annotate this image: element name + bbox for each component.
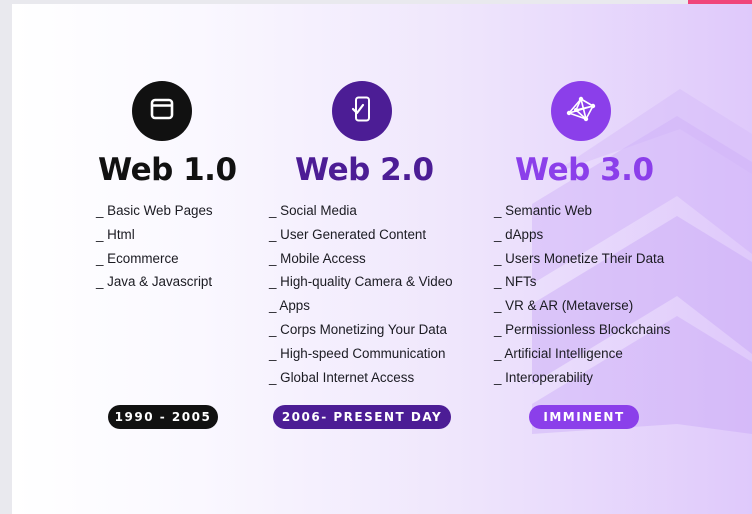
list-item: _ Users Monetize Their Data xyxy=(494,250,665,266)
mobile-phone-check-icon xyxy=(351,96,373,127)
list-item: _ Ecommerce xyxy=(96,250,179,266)
web2-icon-circle xyxy=(332,81,392,141)
list-item: _ High-speed Communication xyxy=(269,345,446,361)
list-item: _ Apps xyxy=(269,298,310,314)
content-panel: Web 1.0 _ Basic Web Pages _ Html _ Ecomm… xyxy=(12,4,752,514)
web1-period-badge: 1990 - 2005 xyxy=(108,405,218,429)
list-item: _ Interoperability xyxy=(494,369,593,385)
web1-icon-circle xyxy=(132,81,192,141)
list-item: _ High-quality Camera & Video xyxy=(269,274,453,290)
list-item: _ Social Media xyxy=(269,203,357,218)
list-item: _ Basic Web Pages xyxy=(96,203,213,218)
web3-icon-circle xyxy=(551,81,611,141)
web3-title: Web 3.0 xyxy=(515,152,654,188)
web3-period-badge: IMMINENT xyxy=(529,405,639,429)
web2-title: Web 2.0 xyxy=(295,152,434,188)
slide: Web 1.0 _ Basic Web Pages _ Html _ Ecomm… xyxy=(0,0,752,514)
list-item: _ dApps xyxy=(494,226,544,242)
web2-period-badge: 2006- PRESENT DAY xyxy=(273,405,451,429)
list-item: _ Corps Monetizing Your Data xyxy=(269,321,447,337)
web2-feature-list: _ Social Media _ User Generated Content … xyxy=(269,202,453,392)
list-item: _ NFTs xyxy=(494,274,537,290)
list-item: _ Semantic Web xyxy=(494,203,592,218)
list-item: _ Global Internet Access xyxy=(269,369,415,385)
list-item: _ Java & Javascript xyxy=(96,274,213,290)
web1-title: Web 1.0 xyxy=(98,152,237,188)
web1-feature-list: _ Basic Web Pages _ Html _ Ecommerce _ J… xyxy=(96,202,213,297)
list-item: _ VR & AR (Metaverse) xyxy=(494,298,634,314)
list-item: _ User Generated Content xyxy=(269,226,427,242)
list-item: _ Artificial Intelligence xyxy=(494,345,623,361)
web3-feature-list: _ Semantic Web _ dApps _ Users Monetize … xyxy=(494,202,670,392)
network-mesh-icon xyxy=(566,96,596,127)
list-item: _ Mobile Access xyxy=(269,250,366,266)
list-item: _ Permissionless Blockchains xyxy=(494,321,671,337)
list-item: _ Html xyxy=(96,226,135,242)
browser-window-icon xyxy=(150,98,174,125)
